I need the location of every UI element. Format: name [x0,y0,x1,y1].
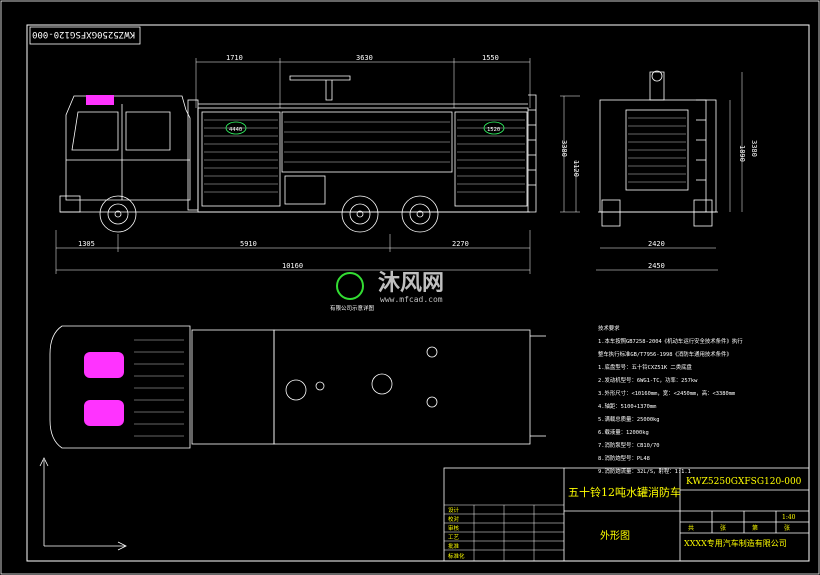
top-tank [273,329,531,445]
watermark-url: www.mfcad.com [380,295,443,304]
dim-top-1: 1710 [226,54,243,62]
tech-note-line: 4.轴距：5100+1370mm [598,402,656,410]
door-slats [204,119,525,193]
body-tag-front: 4440 [229,127,242,133]
top-front-box [191,329,275,445]
tb-left-label: 审核 [448,524,460,532]
cab-window-front [71,111,119,151]
tb-left-label: 设计 [448,506,460,514]
rear-width-1: 2420 [648,240,665,248]
watermark-site-name: 沐风网 [378,271,444,296]
view-name: 外形图 [600,530,630,542]
rear-width-2: 2450 [648,262,665,270]
cab-window-rear [125,111,171,151]
rear-view [596,70,743,271]
dim-overall-length: 10160 [282,262,303,270]
rear-height-1: 1890 [738,145,746,162]
product-name: 五十铃12吨水罐消防车 [568,485,681,499]
tb-row-label: 张 [784,524,790,532]
tech-notes-heading: 技术要求 [598,324,620,332]
water-cannon [289,75,351,101]
dim-bottom-2: 5910 [240,240,257,248]
rear-height-2: 3380 [750,140,758,157]
tech-note-line: 6.载液量：12000kg [598,428,649,436]
dim-height-2: 3380 [560,140,568,157]
cab-top [49,325,191,449]
tech-note-line: 7.消防泵型号：CB10/70 [598,441,660,449]
tech-note-line: 8.消防炮型号：PL48 [598,454,650,462]
tb-left-label: 工艺 [448,534,460,541]
top-hatch-1 [285,379,307,401]
rear-wheel-2 [401,195,439,233]
tb-left-label: 批准 [448,542,460,550]
side-view [59,75,537,233]
tech-note-line: 3.外形尺寸：<10160mm，宽：<2450mm，高：<3380mm [598,389,735,397]
cab-beacon-light [86,95,114,105]
rear-body [599,99,717,213]
rear-wheel-1 [341,195,379,233]
tech-notes: 技术要求 1.本车按照GB7258-2004《机动车运行安全技术条件》执行 整车… [598,324,743,475]
cab-top-beacon-1 [84,352,124,378]
tech-note-line: 1.本车按照GB7258-2004《机动车运行安全技术条件》执行 [598,337,743,345]
tech-note-line: 整车执行标准GB/T7956-1998《消防车通用技术条件》 [598,350,732,358]
dim-top-3: 1550 [482,54,499,62]
dim-top-2: 3630 [356,54,373,62]
watermark: 沐风网 www.mfcad.com 有限公司示意详图 [330,271,444,312]
tech-note-line: 1.底盘型号：五十铃CXZ51K 二类底盘 [598,363,693,371]
tech-note-line: 5.满载总质量：25000kg [598,415,660,423]
tb-row-label: 共 [688,524,694,532]
code-stamp-text: KWZ5250GXFSG120-000 [32,29,135,39]
watermark-logo-icon [336,272,364,300]
side-dimensions [55,58,580,274]
tech-note-line: 2.发动机型号：6WG1-TC，功率：257kw [598,376,698,384]
top-hatch-2 [371,373,393,395]
body-tag-rear: 1520 [487,127,500,133]
dim-bottom-3: 2270 [452,240,469,248]
ucs-icon [39,457,127,551]
tb-left-label: 标准化 [448,552,465,560]
cad-drawing: KWZ5250GXFSG120-000 1710 3630 1550 1305 … [0,0,820,575]
drawing-number: KWZ5250GXFSG120-000 [686,477,802,487]
tb-row-label: 第 [752,524,758,532]
drawing-scale: 1:40 [782,514,796,521]
tb-left-label: 校对 [448,515,460,523]
front-wheel [99,195,137,233]
code-stamp: KWZ5250GXFSG120-000 [29,26,141,45]
top-view [49,325,546,449]
tb-row-label: 张 [720,524,726,532]
cab-top-beacon-2 [84,400,124,426]
dim-bottom-1: 1305 [78,240,95,248]
watermark-caption: 有限公司示意详图 [330,304,375,312]
rear-ladder [696,99,707,213]
dim-height-1: 1120 [572,160,580,177]
company-name: XXXX专用汽车制造有限公司 [684,538,787,548]
